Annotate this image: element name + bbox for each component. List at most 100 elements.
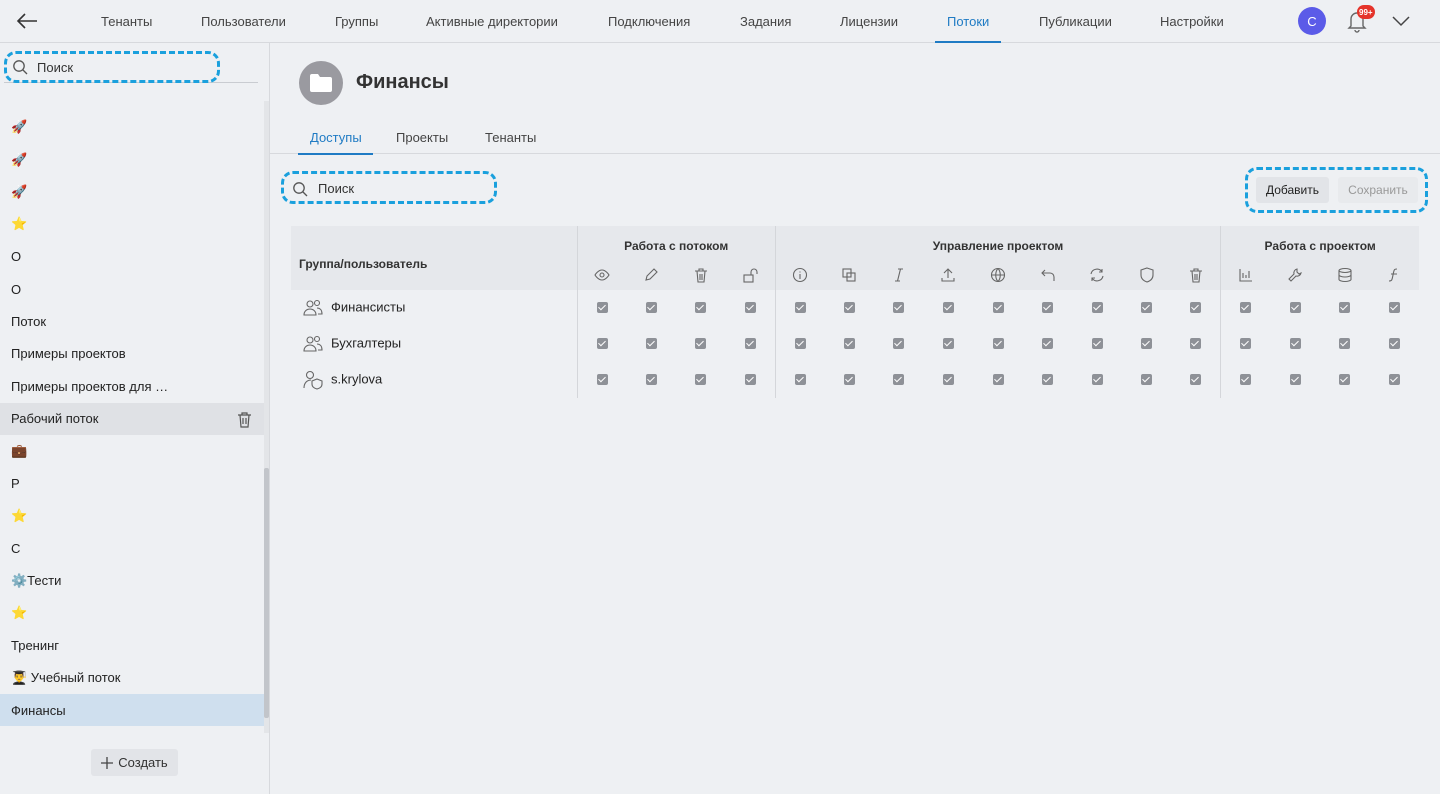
permission-checkbox[interactable] bbox=[1289, 374, 1301, 386]
nav-item-8[interactable]: Публикации bbox=[1039, 0, 1112, 43]
sidebar-item[interactable]: 🚀 bbox=[0, 176, 265, 208]
permission-checkbox[interactable] bbox=[893, 338, 905, 350]
permission-checkbox[interactable] bbox=[1339, 338, 1351, 350]
sidebar-search-input[interactable]: Поиск bbox=[4, 52, 258, 83]
permission-checkbox[interactable] bbox=[1141, 302, 1153, 314]
chevron-down-icon[interactable] bbox=[1390, 10, 1412, 32]
permission-checkbox[interactable] bbox=[843, 302, 855, 314]
nav-item-9[interactable]: Настройки bbox=[1160, 0, 1224, 43]
permission-checkbox[interactable] bbox=[1091, 302, 1103, 314]
permission-checkbox[interactable] bbox=[744, 338, 756, 350]
permission-checkbox[interactable] bbox=[1339, 374, 1351, 386]
add-button[interactable]: Добавить bbox=[1256, 177, 1329, 203]
back-arrow-icon[interactable] bbox=[12, 7, 42, 35]
permission-checkbox[interactable] bbox=[1042, 302, 1054, 314]
permission-checkbox[interactable] bbox=[1240, 338, 1252, 350]
permission-checkbox[interactable] bbox=[1240, 302, 1252, 314]
sidebar-item[interactable]: Финансы bbox=[0, 694, 265, 727]
permission-checkbox[interactable] bbox=[1388, 302, 1400, 314]
nav-item-0[interactable]: Тенанты bbox=[101, 0, 152, 43]
permission-checkbox[interactable] bbox=[645, 374, 657, 386]
permission-checkbox[interactable] bbox=[1289, 302, 1301, 314]
create-button[interactable]: Создать bbox=[91, 749, 178, 776]
permission-group-header: Работа с потоком bbox=[577, 226, 776, 259]
nav-item-6[interactable]: Лицензии bbox=[840, 0, 898, 43]
tab-1[interactable]: Проекты bbox=[396, 123, 448, 154]
permission-column-header bbox=[874, 259, 924, 290]
permission-checkbox[interactable] bbox=[1190, 374, 1202, 386]
permission-checkbox[interactable] bbox=[645, 302, 657, 314]
nav-item-5[interactable]: Задания bbox=[740, 0, 791, 43]
permission-checkbox[interactable] bbox=[596, 374, 608, 386]
scrollbar-thumb[interactable] bbox=[264, 468, 269, 718]
permission-checkbox[interactable] bbox=[695, 302, 707, 314]
group-icon bbox=[303, 299, 331, 316]
permission-checkbox[interactable] bbox=[695, 338, 707, 350]
sidebar-item[interactable]: 👨‍🎓 Учебный поток bbox=[0, 662, 265, 694]
permission-checkbox[interactable] bbox=[596, 338, 608, 350]
sidebar-item[interactable]: Примеры проектов для … bbox=[0, 370, 265, 402]
sidebar-item[interactable]: Тренинг bbox=[0, 629, 265, 661]
permission-checkbox[interactable] bbox=[744, 302, 756, 314]
sidebar-item[interactable]: ⭐ bbox=[0, 597, 265, 629]
permission-checkbox[interactable] bbox=[794, 374, 806, 386]
sidebar-item[interactable]: 🚀 bbox=[0, 111, 265, 143]
save-button[interactable]: Сохранить bbox=[1338, 177, 1418, 203]
permission-checkbox[interactable] bbox=[992, 374, 1004, 386]
permission-checkbox[interactable] bbox=[893, 302, 905, 314]
nav-item-7[interactable]: Потоки bbox=[934, 0, 1002, 43]
nav-item-3[interactable]: Активные директории bbox=[426, 0, 558, 43]
permission-checkbox[interactable] bbox=[942, 338, 954, 350]
permission-checkbox[interactable] bbox=[1042, 338, 1054, 350]
permission-checkbox[interactable] bbox=[1141, 374, 1153, 386]
permission-checkbox[interactable] bbox=[942, 374, 954, 386]
sidebar-item[interactable]: 💼 bbox=[0, 435, 265, 467]
sidebar-item[interactable]: О bbox=[0, 241, 265, 273]
permission-checkbox[interactable] bbox=[645, 338, 657, 350]
permissions-search-input[interactable]: Поиск bbox=[290, 176, 490, 201]
nav-item-2[interactable]: Группы bbox=[335, 0, 378, 43]
permission-checkbox[interactable] bbox=[1339, 302, 1351, 314]
sidebar-item[interactable]: ⚙️Тести bbox=[0, 564, 265, 596]
sidebar-item[interactable]: ⭐ bbox=[0, 208, 265, 240]
permission-checkbox[interactable] bbox=[992, 302, 1004, 314]
top-navigation-bar: Тенанты Пользователи Группы Активные директ… bbox=[0, 0, 1440, 43]
trash-icon[interactable] bbox=[236, 411, 253, 428]
permission-checkbox[interactable] bbox=[1091, 338, 1103, 350]
permission-checkbox[interactable] bbox=[992, 338, 1004, 350]
sidebar-item[interactable]: Примеры проектов bbox=[0, 338, 265, 370]
permission-checkbox[interactable] bbox=[794, 338, 806, 350]
avatar[interactable]: С bbox=[1298, 7, 1326, 35]
sidebar-item-label: О bbox=[11, 281, 22, 297]
sidebar-item[interactable]: ⭐ bbox=[0, 500, 265, 532]
sidebar-item[interactable]: Р bbox=[0, 467, 265, 499]
permission-checkbox[interactable] bbox=[1388, 338, 1400, 350]
sidebar-item[interactable]: 🚀 bbox=[0, 143, 265, 175]
permission-checkbox[interactable] bbox=[695, 374, 707, 386]
permission-checkbox[interactable] bbox=[843, 374, 855, 386]
permission-checkbox[interactable] bbox=[942, 302, 954, 314]
permission-checkbox[interactable] bbox=[1289, 338, 1301, 350]
sidebar-item[interactable]: С bbox=[0, 532, 265, 564]
permission-checkbox[interactable] bbox=[1190, 302, 1202, 314]
nav-item-4[interactable]: Подключения bbox=[608, 0, 690, 43]
permission-checkbox[interactable] bbox=[1091, 374, 1103, 386]
permission-checkbox[interactable] bbox=[744, 374, 756, 386]
permission-checkbox[interactable] bbox=[1141, 338, 1153, 350]
tab-0[interactable]: Доступы bbox=[298, 123, 373, 155]
sidebar-item[interactable]: Рабочий поток bbox=[0, 402, 265, 435]
permission-checkbox[interactable] bbox=[893, 374, 905, 386]
permission-checkbox[interactable] bbox=[1042, 374, 1054, 386]
permission-checkbox[interactable] bbox=[843, 338, 855, 350]
permission-checkbox[interactable] bbox=[1388, 374, 1400, 386]
tab-2[interactable]: Тенанты bbox=[485, 123, 536, 154]
permission-checkbox[interactable] bbox=[1240, 374, 1252, 386]
sidebar-item[interactable]: Поток bbox=[0, 305, 265, 337]
nav-item-1[interactable]: Пользователи bbox=[201, 0, 286, 43]
permission-checkbox[interactable] bbox=[1190, 338, 1202, 350]
permission-checkbox[interactable] bbox=[596, 302, 608, 314]
permission-column-header bbox=[1022, 259, 1073, 290]
row-name: Бухгалтеры bbox=[331, 335, 402, 351]
permission-checkbox[interactable] bbox=[794, 302, 806, 314]
sidebar-item[interactable]: О bbox=[0, 273, 265, 305]
